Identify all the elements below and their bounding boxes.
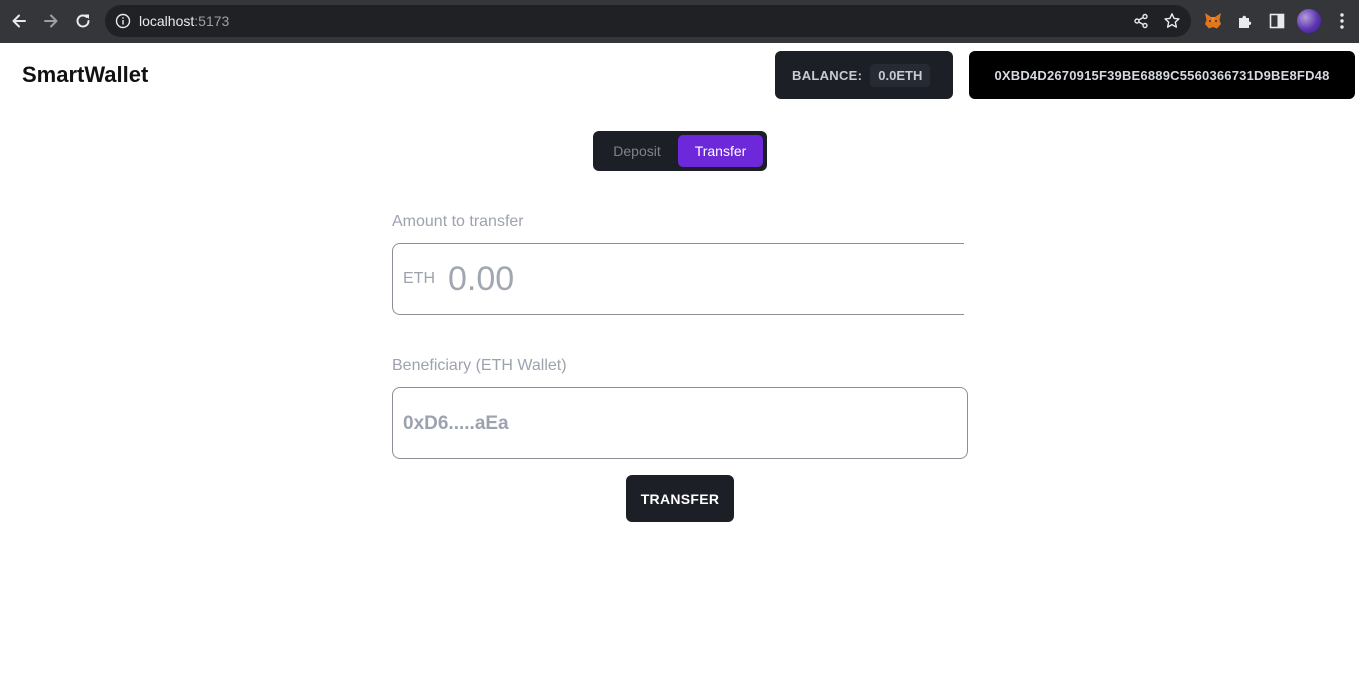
amount-label: Amount to transfer	[392, 213, 524, 230]
wallet-address-button[interactable]: 0XBD4D2670915F39BE6889C5560366731D9BE8FD…	[969, 51, 1355, 99]
balance-display: BALANCE: 0.0ETH	[775, 51, 953, 99]
profile-avatar[interactable]	[1297, 9, 1321, 33]
metamask-fox-icon[interactable]	[1202, 10, 1224, 32]
forward-icon[interactable]	[38, 8, 64, 34]
app-logo: SmartWallet	[22, 62, 149, 87]
balance-value: 0.0ETH	[870, 63, 931, 87]
amount-input[interactable]: 0.00	[448, 260, 514, 299]
more-vert-icon[interactable]	[1331, 10, 1353, 32]
amount-field[interactable]: ETH 0.00	[392, 243, 964, 315]
info-icon[interactable]	[115, 13, 131, 29]
balance-label: BALANCE:	[792, 67, 863, 83]
browser-toolbar: localhost:5173	[0, 0, 1359, 43]
side-panel-icon[interactable]	[1266, 10, 1288, 32]
mode-tabs: Deposit Transfer	[593, 131, 767, 171]
url-text: localhost:5173	[139, 13, 230, 29]
address-bar[interactable]: localhost:5173	[105, 5, 1191, 37]
beneficiary-label: Beneficiary (ETH Wallet)	[392, 357, 567, 374]
tab-transfer[interactable]: Transfer	[678, 135, 763, 167]
amount-unit-label: ETH	[403, 270, 435, 287]
star-icon[interactable]	[1163, 12, 1181, 35]
beneficiary-field[interactable]: 0xD6.....aEa	[392, 387, 968, 459]
puzzle-extensions-icon[interactable]	[1234, 10, 1256, 32]
transfer-button[interactable]: TRANSFER	[626, 475, 734, 522]
back-icon[interactable]	[6, 8, 32, 34]
tab-deposit[interactable]: Deposit	[602, 135, 672, 167]
share-icon[interactable]	[1133, 13, 1149, 34]
reload-icon[interactable]	[70, 8, 96, 34]
beneficiary-input[interactable]: 0xD6.....aEa	[403, 413, 509, 435]
